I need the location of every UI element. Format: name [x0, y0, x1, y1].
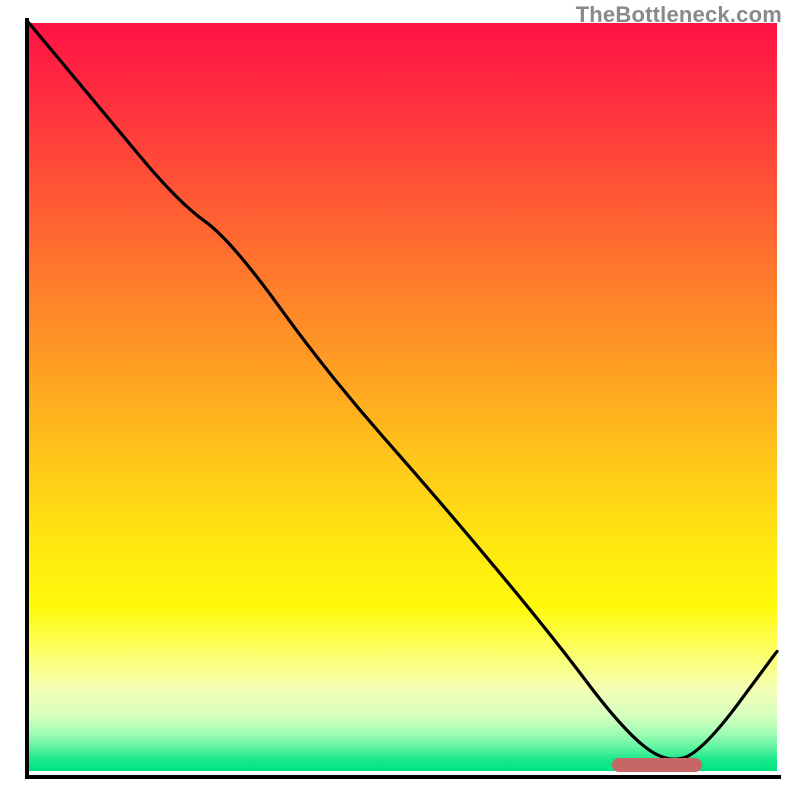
- optimal-range-marker: [612, 758, 702, 772]
- bottleneck-curve-path: [29, 23, 777, 759]
- x-axis: [25, 775, 781, 779]
- watermark-text: TheBottleneck.com: [576, 2, 782, 28]
- y-axis: [25, 18, 29, 779]
- curve-layer: [29, 23, 777, 771]
- bottleneck-chart: TheBottleneck.com: [0, 0, 800, 800]
